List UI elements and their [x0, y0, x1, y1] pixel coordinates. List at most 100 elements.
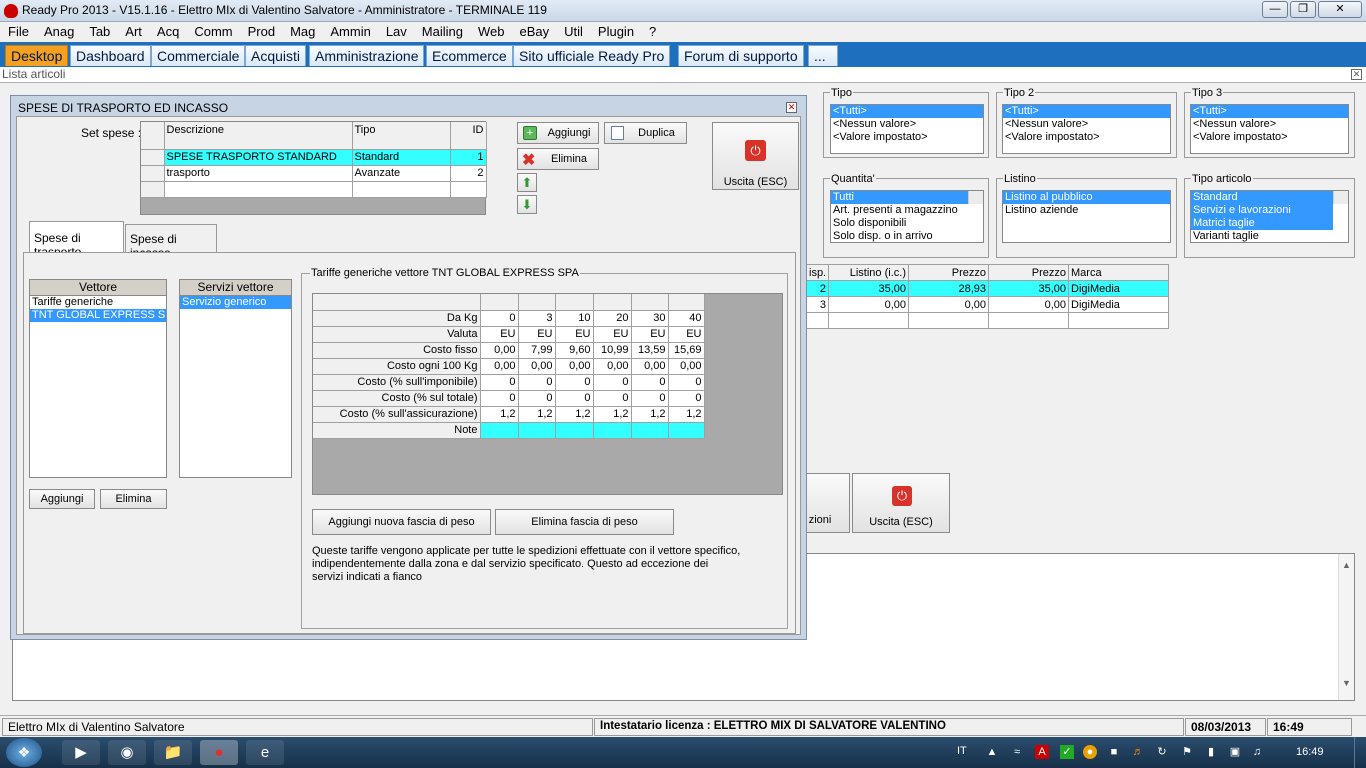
tab-ecommerce[interactable]: Ecommerce: [426, 45, 513, 66]
list-item[interactable]: <Tutti>: [1003, 105, 1170, 118]
aggiungi-fascia-button[interactable]: Aggiungi nuova fascia di peso: [312, 509, 491, 535]
cell[interactable]: 0: [518, 374, 556, 391]
col-header[interactable]: Marca: [1068, 264, 1169, 281]
cell[interactable]: 1,2: [555, 406, 594, 423]
list-item[interactable]: <Valore impostato>: [1191, 131, 1348, 144]
cell[interactable]: 0: [555, 390, 594, 407]
cell[interactable]: EU: [668, 326, 705, 343]
cell[interactable]: 35,00: [828, 280, 909, 297]
articles-table[interactable]: isp. Listino (i.c.) Prezzo Prezzo Marca 2 35,…: [806, 264, 1169, 329]
table-row[interactable]: Costo ogni 100 Kg 0,00 0,00 0,00 0,00 0,00 0,0…: [313, 358, 705, 375]
col-header[interactable]: Tipo: [352, 122, 451, 150]
flag-icon[interactable]: ⚑: [1180, 745, 1194, 759]
menu-acq[interactable]: Acq: [149, 22, 186, 39]
cell[interactable]: 1,2: [518, 406, 556, 423]
cell[interactable]: 0,00: [480, 342, 519, 359]
list-item[interactable]: <Valore impostato>: [1003, 131, 1170, 144]
menu-web[interactable]: Web: [470, 22, 512, 39]
list-item[interactable]: <Tutti>: [831, 105, 983, 118]
cell[interactable]: 2: [806, 280, 829, 297]
cell[interactable]: 0: [631, 374, 669, 391]
filter-tipo3-list[interactable]: <Tutti> <Nessun valore> <Valore impostato>: [1190, 104, 1349, 154]
cell[interactable]: 1,2: [593, 406, 632, 423]
list-item[interactable]: <Tutti>: [1191, 105, 1348, 118]
cell[interactable]: 1: [450, 149, 487, 166]
move-down-button[interactable]: ⬇: [517, 195, 537, 214]
table-row[interactable]: Costo (% sul totale) 0 0 0 0 0 0: [313, 390, 705, 407]
media-player-taskbar-icon[interactable]: ▶: [62, 740, 100, 765]
menu-file[interactable]: File: [0, 22, 36, 39]
cell[interactable]: EU: [518, 326, 556, 343]
cell[interactable]: 3: [806, 296, 829, 313]
servizi-list[interactable]: Servizi vettore Servizio generico: [179, 279, 292, 478]
scroll-down-icon[interactable]: ▼: [1339, 678, 1354, 688]
tray-icon-adobe[interactable]: A: [1035, 745, 1049, 759]
cell[interactable]: 0: [593, 390, 632, 407]
list-item[interactable]: Tutti: [831, 191, 968, 204]
cell[interactable]: [593, 422, 632, 439]
cell[interactable]: 0,00: [908, 296, 989, 313]
cell[interactable]: 30: [631, 310, 669, 327]
table-row[interactable]: trasporto Avanzate 2: [141, 165, 487, 182]
cell[interactable]: 0,00: [668, 358, 705, 375]
tariffe-grid[interactable]: Da Kg 0 3 10 20 30 40 Valuta EU EU EU EU EU EU Costo f…: [312, 293, 783, 495]
list-item[interactable]: <Valore impostato>: [831, 131, 983, 144]
menu-tab[interactable]: Tab: [81, 22, 117, 39]
start-button[interactable]: ❖: [6, 738, 42, 767]
menu-comm[interactable]: Comm: [186, 22, 239, 39]
list-item[interactable]: <Nessun valore>: [1003, 118, 1170, 131]
menu-lav[interactable]: Lav: [378, 22, 414, 39]
maximize-button[interactable]: ❐: [1290, 1, 1316, 18]
ie-taskbar-icon[interactable]: e: [246, 740, 284, 765]
menu-ebay[interactable]: eBay: [511, 22, 556, 39]
cell[interactable]: EU: [555, 326, 594, 343]
cell[interactable]: 0: [631, 390, 669, 407]
list-item[interactable]: <Nessun valore>: [1191, 118, 1348, 131]
cell[interactable]: [631, 422, 669, 439]
cell[interactable]: 0,00: [828, 296, 909, 313]
menu-prod[interactable]: Prod: [240, 22, 282, 39]
table-row[interactable]: Valuta EU EU EU EU EU EU: [313, 326, 705, 343]
list-item[interactable]: Art. presenti a magazzino: [831, 204, 983, 217]
uscita-bg-button[interactable]: ⏻ Uscita (ESC): [852, 473, 950, 533]
cell[interactable]: [668, 422, 705, 439]
cell[interactable]: SPESE TRASPORTO STANDARD: [164, 149, 353, 166]
col-header[interactable]: ID: [450, 122, 487, 150]
cell[interactable]: 35,00: [988, 280, 1069, 297]
cell[interactable]: 10,99: [593, 342, 632, 359]
cell[interactable]: 0: [480, 374, 519, 391]
elimina-vettore-button[interactable]: Elimina: [100, 489, 167, 509]
cell[interactable]: 15,69: [668, 342, 705, 359]
show-desktop-button[interactable]: [1354, 737, 1366, 768]
cell[interactable]: 7,99: [518, 342, 556, 359]
cell[interactable]: [518, 422, 556, 439]
menu-art[interactable]: Art: [117, 22, 149, 39]
tray-icon-green[interactable]: ✓: [1060, 745, 1074, 759]
duplica-set-button[interactable]: Duplica: [604, 122, 687, 144]
elimina-set-button[interactable]: ✖ Elimina: [517, 148, 599, 170]
cell[interactable]: 1,2: [668, 406, 705, 423]
scrollbar[interactable]: [1333, 191, 1348, 204]
cell[interactable]: trasporto: [164, 165, 353, 182]
col-header[interactable]: Prezzo: [988, 264, 1069, 281]
cell[interactable]: EU: [480, 326, 519, 343]
col-header[interactable]: isp.: [806, 264, 829, 281]
tab-spese-incasso[interactable]: Spese di incasso: [125, 224, 217, 260]
cell[interactable]: Avanzate: [352, 165, 451, 182]
menu-plugin[interactable]: Plugin: [590, 22, 641, 39]
cell[interactable]: 0,00: [631, 358, 669, 375]
aggiungi-set-button[interactable]: + Aggiungi: [517, 122, 599, 144]
table-row[interactable]: Da Kg 0 3 10 20 30 40: [313, 310, 705, 327]
list-item[interactable]: Varianti taglie: [1191, 230, 1348, 242]
menu-help[interactable]: ?: [641, 22, 663, 39]
cell[interactable]: 0: [593, 374, 632, 391]
cell[interactable]: 0: [668, 390, 705, 407]
table-row-empty[interactable]: [806, 312, 1169, 329]
menu-util[interactable]: Util: [556, 22, 590, 39]
cell[interactable]: EU: [631, 326, 669, 343]
cell[interactable]: 0: [555, 374, 594, 391]
table-row[interactable]: Costo fisso 0,00 7,99 9,60 10,99 13,59 15,69: [313, 342, 705, 359]
cell[interactable]: 0: [668, 374, 705, 391]
tab-spese-trasporto[interactable]: Spese di trasporto: [29, 221, 124, 259]
list-item[interactable]: Tariffe generiche: [30, 296, 166, 309]
